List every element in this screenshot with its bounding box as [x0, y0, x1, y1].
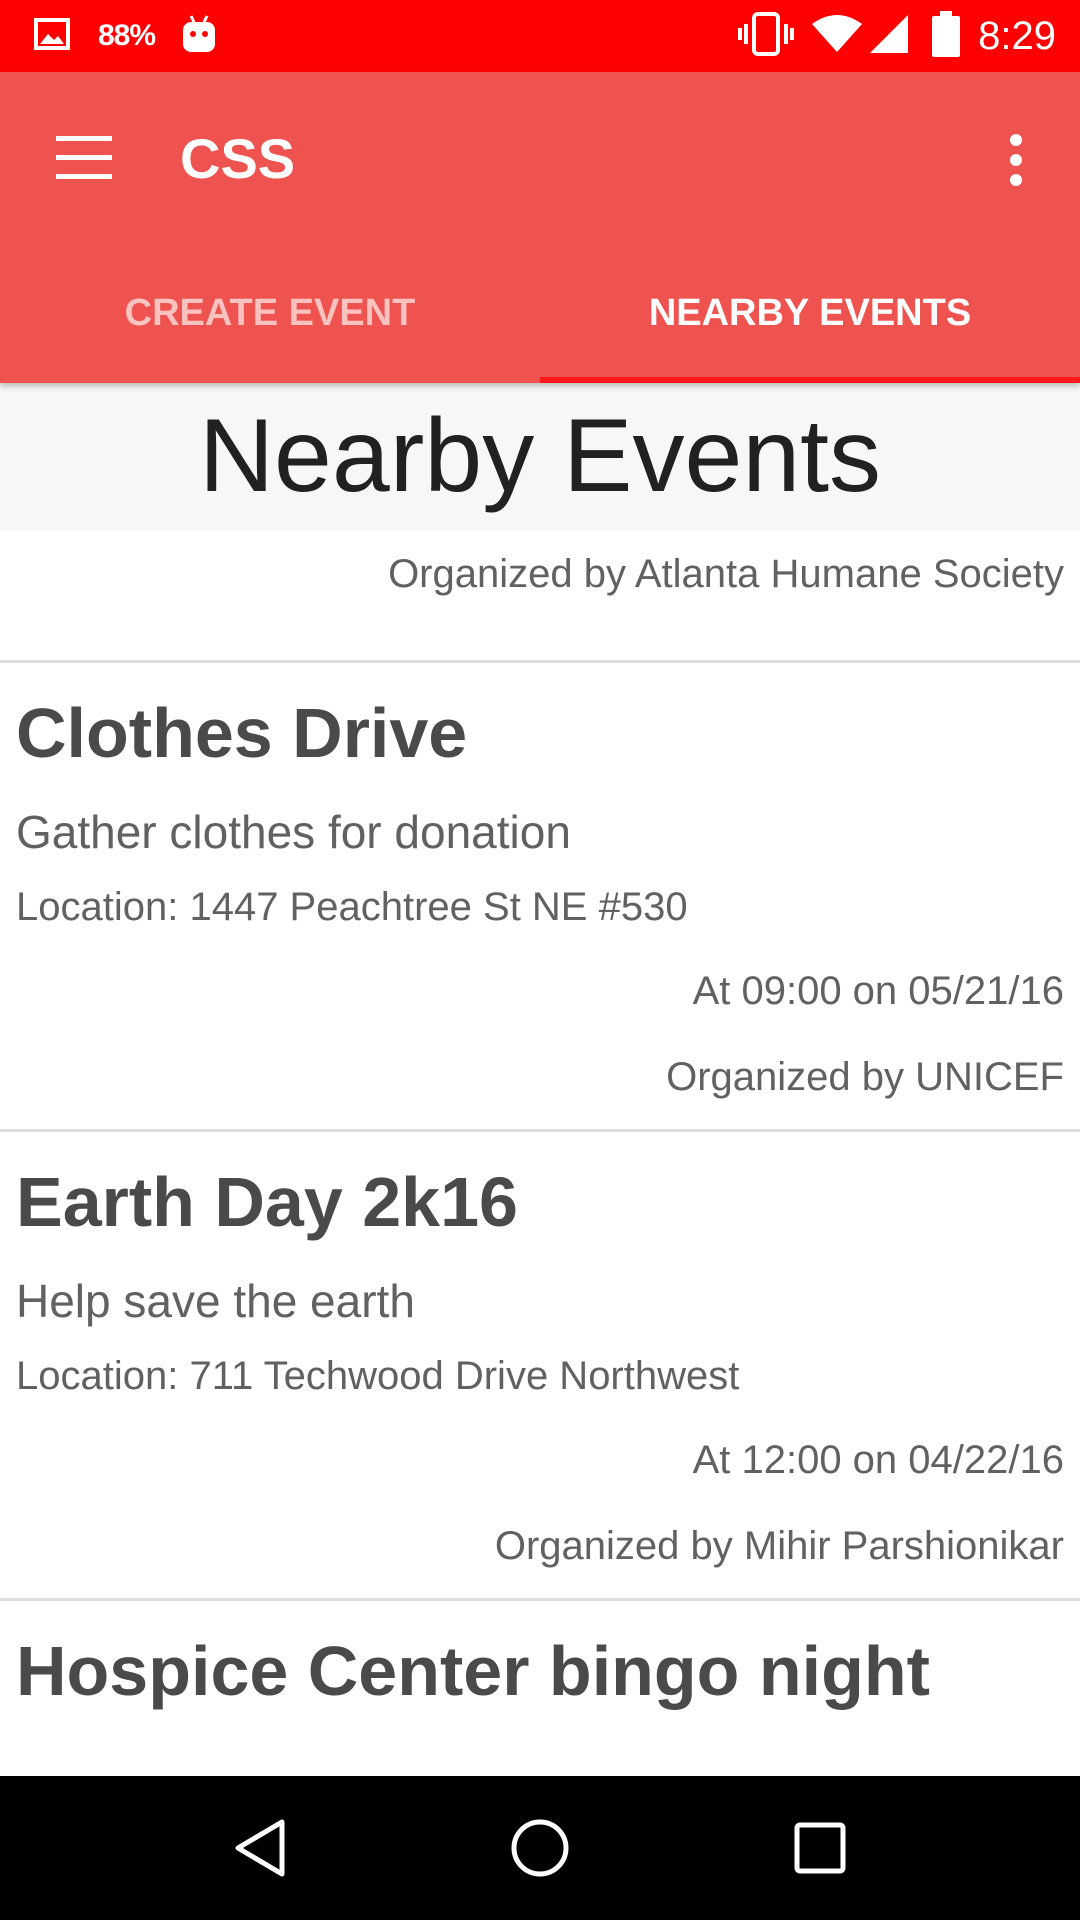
event-location: Location: 1447 Peachtree St NE #530 — [16, 885, 688, 929]
back-icon[interactable] — [215, 1803, 305, 1893]
event-organizer: Organized by UNICEF — [666, 1055, 1064, 1099]
event-organizer: Organized by Atlanta Humane Society — [388, 552, 1064, 596]
event-list[interactable]: Nearby Events Organized by Atlanta Human… — [0, 383, 1080, 1776]
tab-nearby-events[interactable]: NEARBY EVENTS — [540, 243, 1080, 383]
event-description: Gather clothes for donation — [16, 806, 571, 858]
app-bar: CSS CREATE EVENT NEARBY EVENTS — [0, 72, 1080, 383]
event-title: Earth Day 2k16 — [16, 1163, 518, 1241]
event-time: At 09:00 on 05/21/16 — [692, 969, 1064, 1013]
list-item[interactable]: Clothes Drive Gather clothes for donatio… — [0, 663, 1080, 1129]
tab-selected-indicator — [540, 377, 1080, 383]
vibrate-icon — [738, 11, 795, 61]
page-heading-container: Nearby Events — [0, 383, 1080, 530]
event-title: Hospice Center bingo night — [16, 1632, 930, 1710]
tab-label: CREATE EVENT — [124, 291, 416, 334]
battery-percent: 88% — [98, 19, 156, 52]
event-organizer: Organized by Mihir Parshionikar — [494, 1524, 1064, 1568]
tab-label: NEARBY EVENTS — [648, 291, 972, 334]
menu-icon[interactable] — [56, 136, 112, 180]
tab-bar: CREATE EVENT NEARBY EVENTS — [0, 243, 1080, 383]
event-location: Location: 711 Techwood Drive Northwest — [16, 1354, 740, 1398]
list-item[interactable]: Earth Day 2k16 Help save the earth Locat… — [0, 1132, 1080, 1598]
clock: 8:29 — [978, 13, 1056, 58]
more-options-icon[interactable] — [992, 132, 1040, 188]
page-title: Nearby Events — [198, 398, 882, 514]
event-title: Clothes Drive — [16, 694, 468, 772]
event-description: Help save the earth — [16, 1275, 415, 1327]
home-icon[interactable] — [495, 1803, 585, 1893]
status-bar: 88% 8:29 — [0, 0, 1080, 72]
wifi-icon — [812, 14, 863, 59]
app-title: CSS — [180, 127, 296, 190]
cell-signal-icon — [868, 13, 910, 60]
android-debug-icon — [181, 14, 217, 59]
list-item[interactable]: Hospice Center bingo night — [0, 1601, 1080, 1731]
recents-icon[interactable] — [775, 1803, 865, 1893]
event-time: At 12:00 on 04/22/16 — [692, 1438, 1064, 1482]
tab-create-event[interactable]: CREATE EVENT — [0, 243, 540, 383]
navigation-bar — [0, 1776, 1080, 1920]
image-icon — [34, 17, 70, 55]
battery-icon — [932, 10, 961, 62]
